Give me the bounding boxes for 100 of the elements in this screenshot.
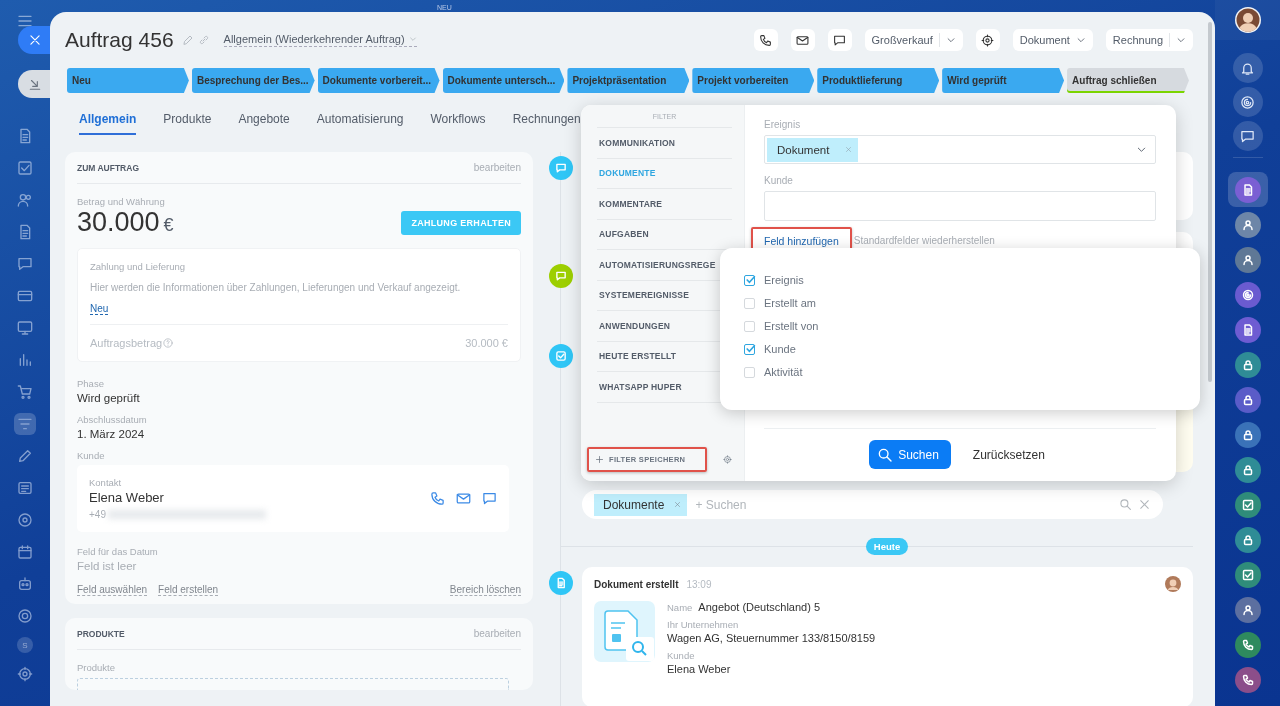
filter-tag[interactable]: Dokumente [594, 493, 688, 516]
ring-icon [17, 512, 33, 528]
chat-icon-button[interactable] [827, 29, 852, 51]
phone-icon-button[interactable] [753, 29, 778, 51]
settings-icon [723, 455, 732, 464]
monitor-icon [17, 320, 33, 336]
currency: € [163, 215, 174, 235]
arrow-icon [28, 77, 42, 91]
card-icon [17, 288, 33, 304]
add-field-link[interactable]: Feld hinzufügen [755, 234, 848, 248]
checkbox[interactable] [744, 343, 755, 355]
question-icon [163, 338, 174, 348]
products-field[interactable] [77, 678, 509, 690]
document-preview-icon[interactable] [594, 601, 655, 662]
option-label[interactable]: Kunde [764, 343, 796, 355]
mail-icon-button[interactable] [790, 29, 815, 51]
action-link[interactable]: Feld auswählen [77, 584, 148, 596]
option-label[interactable]: Erstellt am [764, 297, 816, 309]
field-label: Ihr Unternehmen [667, 619, 740, 630]
field-label: Produkte [77, 662, 117, 673]
spiral-icon-button[interactable] [1232, 87, 1263, 117]
total-label: Auftragsbetrag [90, 337, 163, 349]
stage-step[interactable]: Dokumente untersch... [442, 68, 565, 93]
people-icon [17, 192, 33, 208]
stage-step[interactable]: Produktlieferung [817, 68, 940, 93]
bar-chart-icon [17, 352, 33, 368]
dropdown-button[interactable]: Dokument [1012, 29, 1093, 51]
category-dropdown[interactable]: Allgemein (Wiederkehrender Auftrag) [223, 33, 417, 47]
reset-button[interactable]: Zurücksetzen [966, 446, 1051, 463]
stage-step[interactable]: Besprechung der Bes... [191, 68, 315, 93]
tab[interactable]: Angebote [238, 110, 290, 135]
search-bar[interactable]: Dokumente + Suchen [582, 490, 1163, 519]
search-button[interactable]: Suchen [869, 440, 951, 469]
stage-step[interactable]: Projekt vorbereiten [692, 68, 815, 93]
tab[interactable]: Workflows [430, 110, 486, 135]
action-link[interactable]: Feld erstellen [158, 584, 219, 596]
chevron-icon [1075, 35, 1086, 45]
stage-step[interactable]: Auftrag schließen [1067, 68, 1189, 93]
page-title: Auftrag 456 [65, 28, 174, 52]
filter-preset[interactable]: AUFGABEN [597, 219, 732, 250]
chat-item[interactable] [1227, 172, 1268, 207]
target-icon [17, 608, 33, 624]
field-value: 1. März 2024 [77, 428, 146, 440]
entry-title: Dokument erstellt [594, 578, 679, 590]
mail-icon [456, 491, 471, 506]
chevron-icon [408, 35, 417, 43]
user-avatar[interactable] [1234, 7, 1261, 33]
option-label[interactable]: Ereignis [764, 274, 804, 286]
stage-step[interactable]: Wird geprüft [942, 68, 1065, 93]
pencil-icon [17, 448, 33, 464]
tab[interactable]: Produkte [163, 110, 212, 135]
close-icon [845, 146, 853, 153]
filter-preset[interactable]: KOMMENTARE [597, 189, 732, 220]
chat-icon [1240, 128, 1255, 144]
field-label: Kunde [667, 650, 696, 661]
tag[interactable]: Dokument [767, 137, 859, 162]
tab[interactable]: Allgemein [79, 110, 137, 135]
chat-icon [482, 491, 497, 506]
phone-icon [759, 33, 773, 47]
news-icon [17, 480, 33, 496]
chat-icon-button[interactable] [1232, 121, 1263, 151]
chevron-icon [1176, 35, 1186, 45]
nav-button[interactable] [14, 413, 36, 435]
total-value: 30.000 € [465, 337, 508, 349]
split-button[interactable]: Rechnung [1105, 29, 1193, 51]
stage-step[interactable]: Dokumente vorbereit... [317, 68, 440, 93]
filter-preset[interactable]: KOMMUNIKATION [597, 128, 732, 159]
input-field[interactable] [764, 191, 1156, 221]
robot-icon [17, 576, 33, 592]
bell-icon-button[interactable] [1232, 53, 1263, 83]
contact-type: Kontakt [89, 477, 123, 488]
menu-icon [17, 13, 33, 29]
checkbox[interactable] [744, 274, 755, 286]
close-button[interactable] [18, 26, 52, 54]
scrollbar[interactable] [1208, 22, 1212, 382]
option-label[interactable]: Aktivität [764, 366, 803, 378]
entry-time: 13:09 [686, 578, 712, 590]
field-label: Abschlussdatum [77, 414, 148, 425]
minimize-button[interactable] [18, 70, 52, 98]
tab[interactable]: Automatisierung [316, 110, 404, 135]
split-button[interactable]: Großverkauf [864, 29, 963, 51]
chevron-icon [1136, 144, 1147, 155]
tab[interactable]: Rechnungen [512, 110, 581, 135]
new-link[interactable]: Neu [90, 303, 109, 315]
select-field[interactable]: Dokument [764, 135, 1156, 164]
field-label: Ereignis [764, 119, 802, 130]
box-title: Zahlung und Lieferung [90, 261, 187, 272]
field-label: Betrag und Währung [77, 196, 166, 207]
contact-phone: +49 [89, 509, 106, 520]
field-label: Kunde [77, 450, 106, 461]
spiral-icon [1240, 94, 1255, 110]
field-label: Kunde [764, 175, 794, 186]
remove-link[interactable]: Bereich löschen [449, 584, 521, 596]
stage-step[interactable]: Neu [67, 68, 189, 93]
settings-icon-button[interactable] [975, 29, 1000, 51]
stage-step[interactable]: Projektpräsentation [567, 68, 690, 93]
option-label[interactable]: Erstellt von [764, 320, 819, 332]
contact-name[interactable]: Elena Weber [89, 490, 266, 505]
section-title: ZUM AUFTRAG [77, 162, 139, 173]
link-icon [197, 34, 210, 46]
